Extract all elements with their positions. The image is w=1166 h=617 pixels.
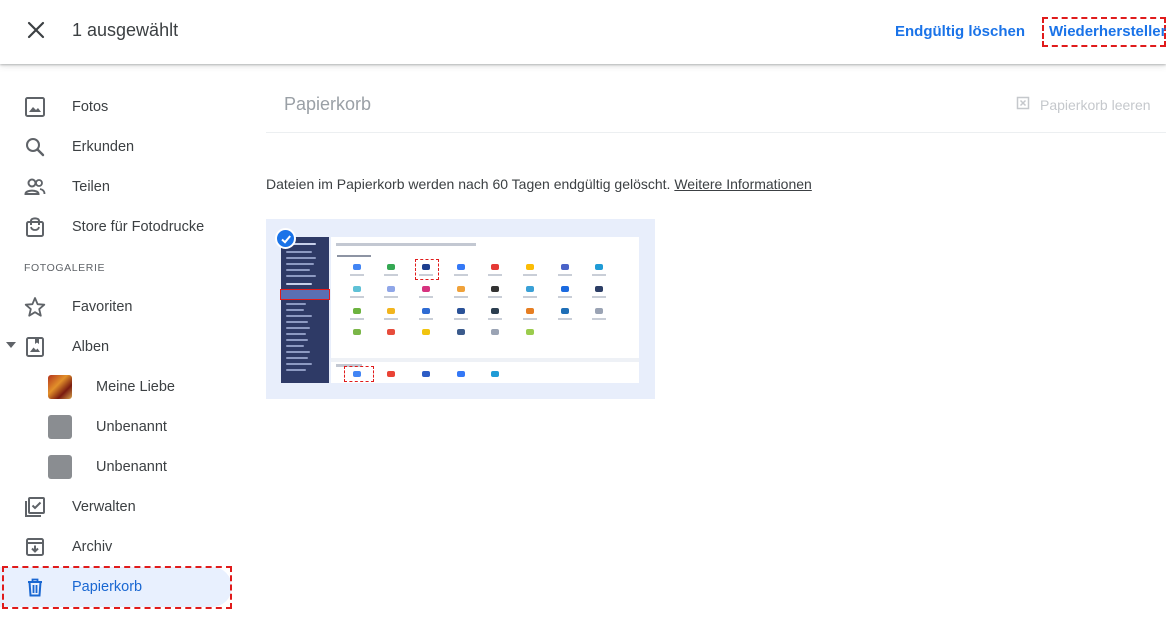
sidebar: Fotos Erkunden Teilen Store für Fotodruc… [0,64,250,617]
sidebar-album-item[interactable]: Meine Liebe [0,367,232,407]
star-icon [24,296,46,318]
trash-info: Dateien im Papierkorb werden nach 60 Tag… [266,176,812,192]
learn-more-link[interactable]: Weitere Informationen [674,176,811,192]
album-label: Unbenannt [96,459,167,475]
sidebar-item-label: Favoriten [72,299,133,315]
album-thumbnail [48,415,72,439]
trash-highlight [2,566,232,609]
sidebar-item-albums[interactable]: Alben [0,327,232,367]
thumbnail-sidebar [280,237,330,383]
section-label-library: FOTOGALERIE [24,262,106,274]
delete-box-icon [1016,96,1030,113]
people-icon [24,176,46,198]
page-title: Papierkorb [284,94,372,114]
search-icon [24,136,46,158]
sidebar-item-label: Verwalten [72,499,136,515]
album-thumbnail [48,455,72,479]
sidebar-item-photos[interactable]: Fotos [0,87,232,127]
album-label: Unbenannt [96,419,167,435]
sidebar-album-item[interactable]: Unbenannt [0,447,232,487]
selection-count: 1 ausgewählt [72,20,179,40]
empty-trash-label: Papierkorb leeren [1040,96,1151,113]
trash-info-text: Dateien im Papierkorb werden nach 60 Tag… [266,176,671,192]
sidebar-item-label: Archiv [72,539,113,555]
empty-trash-button[interactable]: Papierkorb leeren [1016,96,1151,113]
sidebar-item-label: Fotos [72,99,109,115]
selection-toolbar: 1 ausgewählt Endgültig löschen Wiederher… [0,0,1166,64]
restore-button[interactable]: Wiederherstellen [1049,23,1166,40]
close-selection-button[interactable] [20,16,52,48]
shopping-bag-icon [24,216,46,238]
sidebar-item-explore[interactable]: Erkunden [0,127,232,167]
checklist-icon [24,496,46,518]
sidebar-item-sharing[interactable]: Teilen [0,167,232,207]
sidebar-item-label: Teilen [72,179,110,195]
photo-icon [24,96,46,118]
delete-permanently-button[interactable]: Endgültig löschen [895,23,1025,40]
sidebar-album-item[interactable]: Unbenannt [0,407,232,447]
sidebar-item-archive[interactable]: Archiv [0,527,232,567]
divider [266,132,1166,133]
thumbnail-panel [331,237,639,383]
sidebar-item-print-store[interactable]: Store für Fotodrucke [0,207,232,247]
album-label: Meine Liebe [96,379,175,395]
chevron-down-icon[interactable] [6,342,16,348]
photo-thumbnail[interactable] [266,219,655,399]
selected-check-icon[interactable] [275,228,296,249]
sidebar-item-label: Store für Fotodrucke [72,219,205,235]
sidebar-item-label: Alben [72,339,110,355]
sidebar-item-favorites[interactable]: Favoriten [0,287,232,327]
close-icon [27,21,45,44]
sidebar-item-label: Erkunden [72,139,135,155]
album-thumbnail [48,375,72,399]
sidebar-item-manage[interactable]: Verwalten [0,487,232,527]
album-icon [24,336,46,358]
archive-icon [24,536,46,558]
